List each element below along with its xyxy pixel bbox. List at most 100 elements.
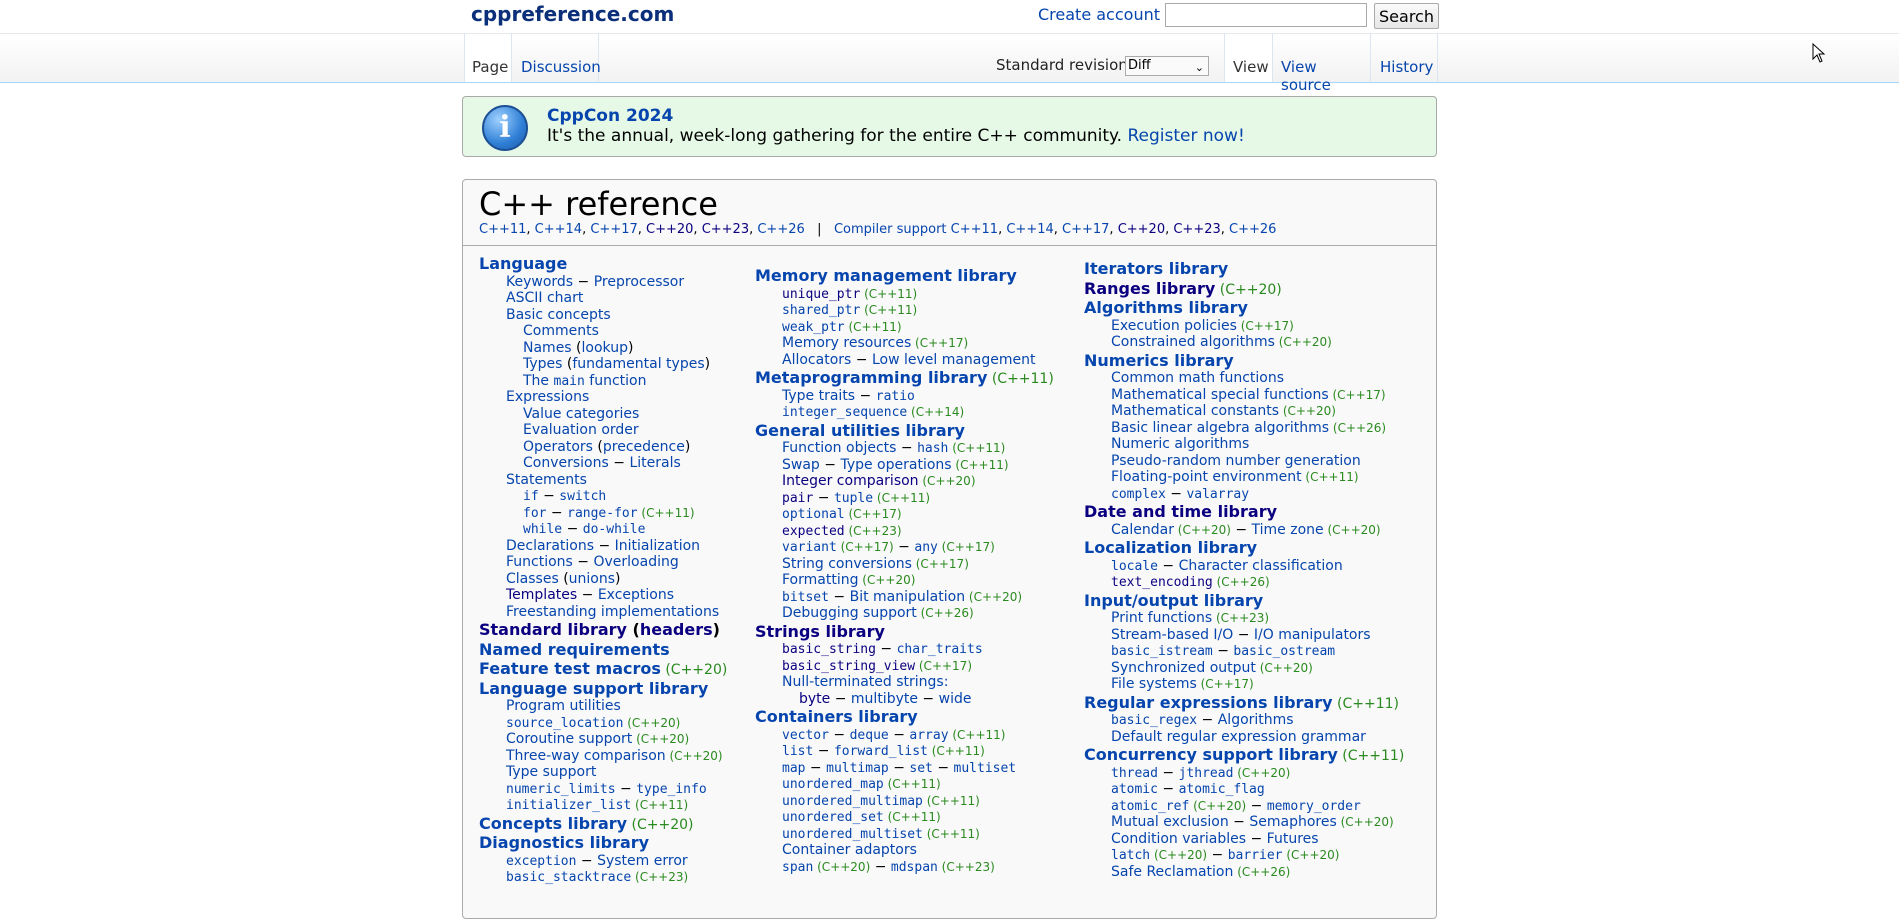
code-ref-link[interactable]: pair (782, 491, 813, 506)
std-link-cpp26[interactable]: C++26 (1229, 222, 1276, 237)
std-link-cpp23[interactable]: C++23 (702, 222, 749, 237)
ref-link[interactable]: Date and time library (1084, 502, 1277, 521)
ref-link[interactable]: Literals (629, 455, 680, 471)
ref-link[interactable]: multibyte (851, 691, 918, 707)
ref-link[interactable]: General utilities library (755, 421, 965, 440)
ref-link[interactable]: Initialization (615, 538, 700, 554)
ref-link[interactable]: Standard library (479, 620, 627, 639)
ref-link[interactable]: Value categories (523, 406, 639, 422)
std-link-cpp23[interactable]: C++23 (1173, 222, 1220, 237)
code-ref-link[interactable]: numeric_limits (506, 782, 616, 797)
ref-link[interactable]: Null-terminated strings: (782, 674, 948, 690)
code-ref-link[interactable]: basic_istream (1111, 644, 1213, 659)
code-ref-link[interactable]: map (782, 761, 805, 776)
std-link-cpp11[interactable]: C++11 (479, 222, 526, 237)
ref-link[interactable]: Diagnostics library (479, 833, 649, 852)
ref-link[interactable]: Constrained algorithms (1111, 334, 1275, 350)
code-ref-link[interactable]: array (909, 728, 948, 743)
code-ref-link[interactable]: unordered_set (782, 810, 884, 825)
ref-link[interactable]: Declarations (506, 538, 594, 554)
ref-link[interactable]: Basic concepts (506, 307, 611, 323)
ref-link[interactable]: Algorithms (1218, 712, 1294, 728)
tab-history[interactable]: History (1370, 34, 1438, 82)
ref-link[interactable]: Type traits (782, 388, 855, 404)
ref-link[interactable]: Mathematical special functions (1111, 387, 1329, 403)
ref-link[interactable]: Feature test macros (479, 659, 661, 678)
tab-view-source[interactable]: View source (1272, 34, 1370, 94)
ref-link[interactable]: unions (569, 571, 615, 587)
code-ref-link[interactable]: char_traits (897, 642, 983, 657)
code-ref-link[interactable]: latch (1111, 848, 1150, 863)
code-ref-link[interactable]: jthread (1179, 766, 1234, 781)
ref-link[interactable]: Overloading (593, 554, 678, 570)
code-ref-link[interactable]: basic_regex (1111, 713, 1197, 728)
ref-link[interactable]: Evaluation order (523, 422, 639, 438)
ref-link[interactable]: Swap (782, 457, 820, 473)
ref-link[interactable]: Character classification (1179, 558, 1343, 574)
std-link-cpp17[interactable]: C++17 (590, 222, 637, 237)
code-ref-link[interactable]: optional (782, 507, 845, 522)
ref-link[interactable]: Pseudo-random number generation (1111, 453, 1361, 469)
ref-link[interactable]: Containers library (755, 707, 918, 726)
code-ref-link[interactable]: weak_ptr (782, 320, 845, 335)
ref-link[interactable]: Classes (506, 571, 559, 587)
ref-link[interactable]: Memory resources (782, 335, 911, 351)
code-ref-link[interactable]: deque (850, 728, 889, 743)
tab-view[interactable]: View (1224, 34, 1272, 82)
code-ref-link[interactable]: range-for (567, 506, 637, 521)
code-ref-link[interactable]: locale (1111, 559, 1158, 574)
std-link-cpp11[interactable]: C++11 (951, 222, 998, 237)
code-ref-link[interactable]: exception (506, 854, 576, 869)
ref-link[interactable]: Mathematical constants (1111, 403, 1279, 419)
search-input[interactable] (1165, 3, 1367, 27)
code-ref-link[interactable]: bitset (782, 590, 829, 605)
ref-link[interactable]: String conversions (782, 556, 912, 572)
ref-link[interactable]: Synchronized output (1111, 660, 1256, 676)
code-ref-link[interactable]: valarray (1186, 487, 1249, 502)
ref-link[interactable]: Memory management library (755, 266, 1017, 285)
code-ref-link[interactable]: ratio (876, 389, 915, 404)
ref-link[interactable]: Strings library (755, 622, 885, 641)
ref-link[interactable]: Types (523, 356, 562, 372)
ref-link[interactable]: precedence (603, 439, 685, 455)
ref-link[interactable]: Names (523, 340, 572, 356)
register-link[interactable]: Register now! (1127, 126, 1244, 146)
ref-link[interactable]: Numerics library (1084, 351, 1234, 370)
ref-link[interactable]: Exceptions (598, 587, 674, 603)
ref-link[interactable]: Type support (506, 764, 596, 780)
ref-link[interactable]: Common math functions (1111, 370, 1284, 386)
ref-link[interactable]: Safe Reclamation (1111, 864, 1233, 880)
ref-link[interactable]: Operators (523, 439, 593, 455)
ref-link[interactable]: Language (479, 254, 567, 273)
std-link-cpp17[interactable]: C++17 (1062, 222, 1109, 237)
tab-page[interactable]: Page (464, 34, 511, 82)
ref-link[interactable]: Futures (1267, 831, 1319, 847)
code-ref-link[interactable]: memory_order (1267, 799, 1361, 814)
ref-link[interactable]: Coroutine support (506, 731, 632, 747)
ref-link[interactable]: Formatting (782, 572, 858, 588)
code-ref-link[interactable]: atomic_flag (1179, 782, 1265, 797)
ref-link[interactable]: Numeric algorithms (1111, 436, 1249, 452)
ref-link[interactable]: Preprocessor (594, 274, 684, 290)
code-ref-link[interactable]: unordered_multimap (782, 794, 923, 809)
code-ref-link[interactable]: list (782, 744, 813, 759)
standard-revision-select[interactable]: Diff ⌄ (1125, 56, 1209, 76)
code-ref-link[interactable]: unordered_multiset (782, 827, 923, 842)
ref-link[interactable]: Ranges library (1084, 279, 1215, 298)
ref-link[interactable]: Print functions (1111, 610, 1212, 626)
code-ref-link[interactable]: text_encoding (1111, 575, 1213, 590)
ref-link[interactable]: Named requirements (479, 640, 670, 659)
ref-link[interactable]: byte (799, 691, 830, 707)
ref-link[interactable]: Container adaptors (782, 842, 917, 858)
code-ref-link[interactable]: vector (782, 728, 829, 743)
ref-link[interactable]: Mutual exclusion (1111, 814, 1229, 830)
ref-link[interactable]: Condition variables (1111, 831, 1246, 847)
ref-link[interactable]: Function objects (782, 440, 896, 456)
ref-link[interactable]: Time zone (1252, 522, 1324, 538)
ref-link[interactable]: System error (597, 853, 688, 869)
ref-link[interactable]: Low level management (872, 352, 1036, 368)
ref-link[interactable]: function (585, 373, 646, 389)
code-ref-link[interactable]: atomic_ref (1111, 799, 1189, 814)
std-link-cpp26[interactable]: C++26 (757, 222, 804, 237)
code-ref-link[interactable]: basic_ostream (1233, 644, 1335, 659)
